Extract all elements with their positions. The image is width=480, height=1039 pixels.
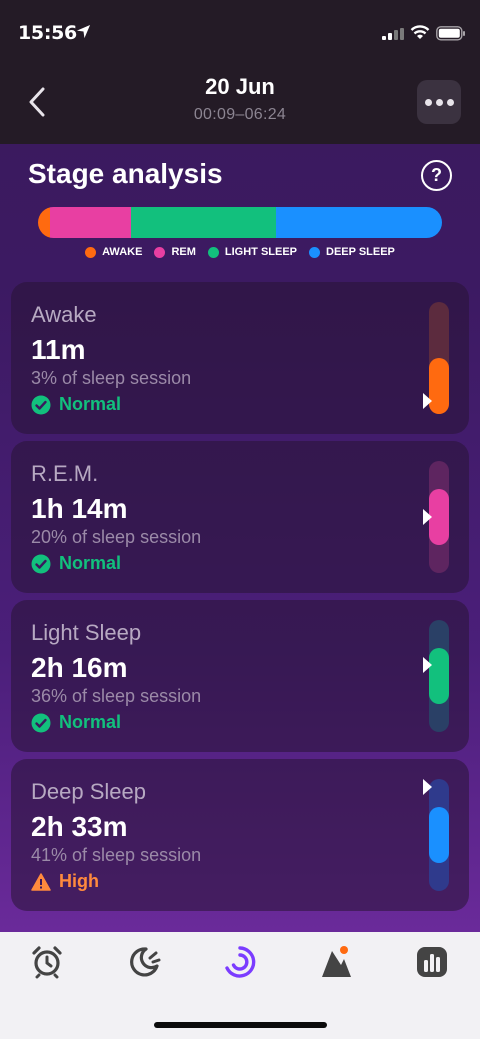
- wifi-icon: [410, 25, 430, 45]
- check-circle-icon: [31, 554, 51, 573]
- stage-name: R.E.M.: [31, 461, 99, 486]
- home-indicator: [154, 1022, 327, 1028]
- cellular-signal-icon: [382, 27, 404, 45]
- gauge-normal-range: [429, 648, 449, 704]
- stage-range-gauge: [423, 461, 449, 573]
- stage-percentage: 41% of sleep session: [31, 845, 202, 865]
- legend-label: LIGHT SLEEP: [224, 246, 298, 258]
- tab-sleep-session[interactable]: [220, 942, 260, 982]
- stage-percentage: 3% of sleep session: [31, 368, 192, 388]
- help-button[interactable]: ?: [421, 160, 452, 191]
- status-time: 15:56: [18, 22, 77, 44]
- stage-card-deep-sleep[interactable]: Deep Sleep 2h 33m 41% of sleep session High: [11, 759, 469, 911]
- stage-card-r-e-m[interactable]: R.E.M. 1h 14m 20% of sleep session Normal: [11, 441, 469, 593]
- legend-label: REM: [171, 246, 196, 258]
- tab-insights[interactable]: [316, 942, 356, 982]
- stage-segment-rem: [50, 207, 131, 238]
- stage-segment-light-sleep: [130, 207, 277, 238]
- stage-status: Normal: [31, 553, 121, 574]
- stage-name: Awake: [31, 302, 97, 327]
- stage-status: Normal: [31, 394, 121, 415]
- stage-name: Deep Sleep: [31, 779, 146, 804]
- stage-range-gauge: [423, 779, 449, 891]
- stage-status-label: High: [59, 871, 99, 891]
- stage-card-awake[interactable]: Awake 11m 3% of sleep session Normal: [11, 282, 469, 434]
- legend-dot: [207, 246, 219, 258]
- session-date: 20 Jun: [205, 74, 275, 99]
- more-options-button[interactable]: [417, 80, 461, 124]
- legend-label: AWAKE: [102, 246, 143, 258]
- more-dots-icon: [424, 98, 432, 106]
- legend-item: DEEP SLEEP: [309, 246, 395, 258]
- stage-range-gauge: [423, 620, 449, 732]
- status-bar: 15:56: [0, 0, 480, 64]
- stage-status: Normal: [31, 712, 121, 733]
- stage-duration: 2h 16m: [31, 652, 128, 683]
- legend-item: AWAKE: [85, 246, 142, 258]
- stage-segment-deep-sleep: [276, 207, 442, 238]
- warning-icon: [31, 872, 51, 891]
- check-circle-icon: [31, 713, 51, 732]
- legend-dot: [309, 246, 321, 258]
- legend-dot: [154, 246, 166, 258]
- stage-duration: 1h 14m: [31, 493, 128, 524]
- alarm-clock-icon: [32, 946, 62, 979]
- stage-status: High: [31, 871, 99, 892]
- tab-alarm[interactable]: [27, 942, 67, 982]
- legend-label: DEEP SLEEP: [326, 246, 395, 258]
- stage-status-label: Normal: [59, 712, 122, 732]
- legend-item: LIGHT SLEEP: [207, 246, 298, 258]
- stage-range-gauge: [423, 302, 449, 414]
- gauge-normal-range: [429, 358, 449, 414]
- session-time-range: 00:09–06:24: [193, 106, 287, 123]
- stage-percentage: 20% of sleep session: [31, 527, 202, 547]
- check-circle-icon: [31, 395, 51, 414]
- sleep-session-icon: [225, 946, 256, 978]
- stage-duration: 2h 33m: [31, 811, 128, 842]
- statistics-icon: [417, 947, 447, 977]
- insights-icon: [322, 946, 351, 977]
- stage-card-light-sleep[interactable]: Light Sleep 2h 16m 36% of sleep session Nor…: [11, 600, 469, 752]
- gauge-value-marker: [423, 779, 432, 795]
- stage-status-label: Normal: [59, 394, 122, 414]
- stage-distribution-bar: [38, 207, 442, 238]
- gauge-normal-range: [429, 807, 449, 863]
- stage-duration: 11m: [31, 334, 86, 365]
- location-arrow-icon: [76, 24, 91, 44]
- section-title: Stage analysis: [28, 158, 223, 189]
- stage-percentage: 36% of sleep session: [31, 686, 202, 706]
- stage-legend: AWAKE REM LIGHT SLEEP DEEP SLEEP: [0, 246, 480, 258]
- gauge-value-marker: [423, 392, 432, 409]
- legend-item: REM: [154, 246, 196, 258]
- navigation-header: 20 Jun 00:09–06:24: [0, 64, 480, 144]
- battery-icon: [436, 26, 466, 46]
- stage-status-label: Normal: [59, 553, 122, 573]
- legend-dot: [85, 246, 97, 258]
- gauge-value-marker: [423, 509, 432, 525]
- gauge-normal-range: [429, 489, 449, 545]
- sleep-moon-icon: [130, 947, 161, 977]
- stage-name: Light Sleep: [31, 620, 142, 645]
- tab-sleep[interactable]: [124, 942, 164, 982]
- tab-statistics[interactable]: [412, 942, 452, 982]
- gauge-value-marker: [423, 656, 432, 673]
